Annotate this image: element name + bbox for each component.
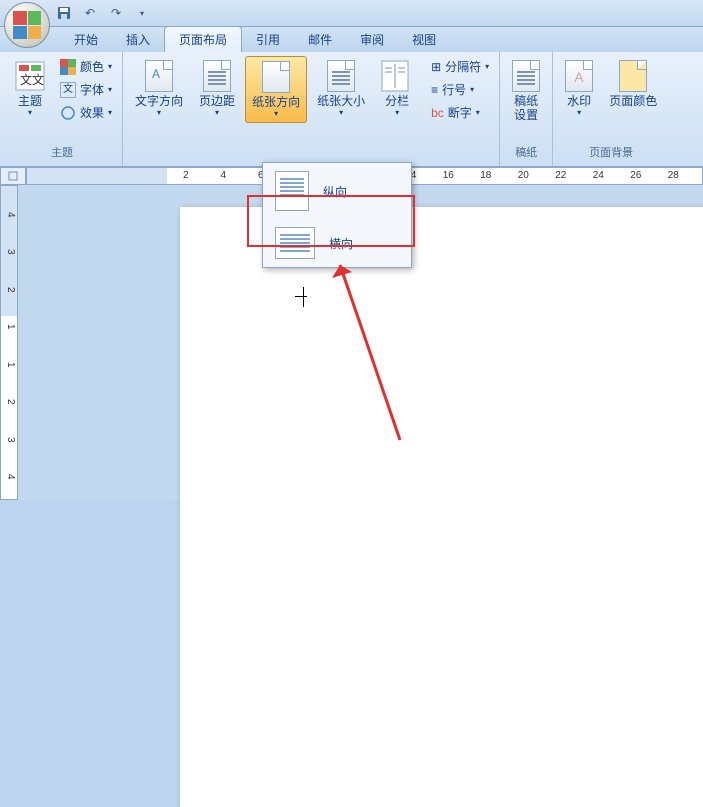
portrait-icon — [275, 171, 309, 211]
orientation-icon — [262, 61, 290, 93]
theme-effects-button[interactable]: 效果▾ — [56, 102, 116, 123]
ribbon: 文文 主题 ▾ 颜色▾ 文字体▾ 效果▾ 主题 A 文字方向▾ 页边距▾ — [0, 52, 703, 167]
orientation-portrait-item[interactable]: 纵向 — [263, 163, 411, 219]
tab-view[interactable]: 视图 — [398, 27, 450, 52]
group-page-setup: A 文字方向▾ 页边距▾ 纸张方向▾ 纸张大小▾ 分栏▾ ⊞分隔符▾ ≡行号 — [123, 52, 500, 166]
themes-icon: 文文 — [14, 60, 46, 92]
title-bar: ↶ ↷ ▾ — [0, 0, 703, 27]
group-themes: 文文 主题 ▾ 颜色▾ 文字体▾ 效果▾ 主题 — [0, 52, 123, 166]
ruler-vertical[interactable]: 43211234567 — [0, 185, 18, 500]
office-button[interactable] — [4, 2, 50, 48]
breaks-icon: ⊞ — [431, 60, 441, 74]
colors-icon — [60, 59, 76, 75]
watermark-button[interactable]: A 水印▾ — [559, 56, 599, 121]
size-button[interactable]: 纸张大小▾ — [311, 56, 371, 121]
tab-references[interactable]: 引用 — [242, 27, 294, 52]
text-direction-icon: A — [145, 60, 173, 92]
theme-colors-button[interactable]: 颜色▾ — [56, 56, 116, 77]
watermark-icon: A — [565, 60, 593, 92]
page-color-button[interactable]: 页面颜色 — [603, 56, 663, 112]
margins-button[interactable]: 页边距▾ — [193, 56, 241, 121]
qat-undo-icon[interactable]: ↶ — [81, 4, 99, 22]
text-direction-button[interactable]: A 文字方向▾ — [129, 56, 189, 121]
group-page-background: A 水印▾ 页面颜色 页面背景 — [553, 52, 669, 166]
group-paper: 稿纸 设置 稿纸 — [500, 52, 553, 166]
paper-icon — [512, 60, 540, 92]
qat-customize-icon[interactable]: ▾ — [133, 4, 151, 22]
group-bg-label: 页面背景 — [559, 142, 663, 162]
tab-home[interactable]: 开始 — [60, 27, 112, 52]
breaks-button[interactable]: ⊞分隔符▾ — [427, 56, 493, 77]
fonts-icon: 文 — [60, 82, 76, 98]
svg-text:文: 文 — [20, 72, 32, 87]
caret-icon: ▾ — [28, 108, 32, 117]
columns-icon — [381, 60, 413, 92]
page-color-icon — [619, 60, 647, 92]
landscape-icon — [275, 227, 315, 259]
group-paper-label: 稿纸 — [506, 142, 546, 162]
qat-redo-icon[interactable]: ↷ — [107, 4, 125, 22]
orientation-landscape-item[interactable]: 横向 — [263, 219, 411, 267]
tab-insert[interactable]: 插入 — [112, 27, 164, 52]
size-icon — [327, 60, 355, 92]
text-cursor — [295, 287, 315, 307]
document-page[interactable] — [180, 207, 703, 807]
effects-icon — [60, 105, 76, 121]
tab-mail[interactable]: 邮件 — [294, 27, 346, 52]
columns-button[interactable]: 分栏▾ — [375, 56, 419, 121]
group-themes-label: 主题 — [8, 142, 116, 162]
group-page-setup-label — [129, 146, 493, 162]
ruler-corner[interactable] — [0, 167, 26, 185]
hyphenation-icon: bc — [431, 106, 444, 120]
line-numbers-button[interactable]: ≡行号▾ — [427, 79, 493, 100]
hyphenation-button[interactable]: bc断字▾ — [427, 102, 493, 123]
ribbon-tabs: 开始 插入 页面布局 引用 邮件 审阅 视图 — [0, 27, 703, 52]
svg-text:文: 文 — [32, 72, 44, 87]
tab-review[interactable]: 审阅 — [346, 27, 398, 52]
themes-label: 主题 — [18, 94, 42, 108]
qat-save-icon[interactable] — [55, 4, 73, 22]
line-numbers-icon: ≡ — [431, 83, 438, 97]
orientation-dropdown: 纵向 横向 — [262, 162, 412, 268]
orientation-button[interactable]: 纸张方向▾ — [245, 56, 307, 123]
themes-button[interactable]: 文文 主题 ▾ — [8, 56, 52, 121]
tab-page-layout[interactable]: 页面布局 — [164, 26, 242, 52]
office-logo-icon — [13, 11, 41, 39]
margins-icon — [203, 60, 231, 92]
paper-settings-button[interactable]: 稿纸 设置 — [506, 56, 546, 127]
theme-fonts-button[interactable]: 文字体▾ — [56, 79, 116, 100]
